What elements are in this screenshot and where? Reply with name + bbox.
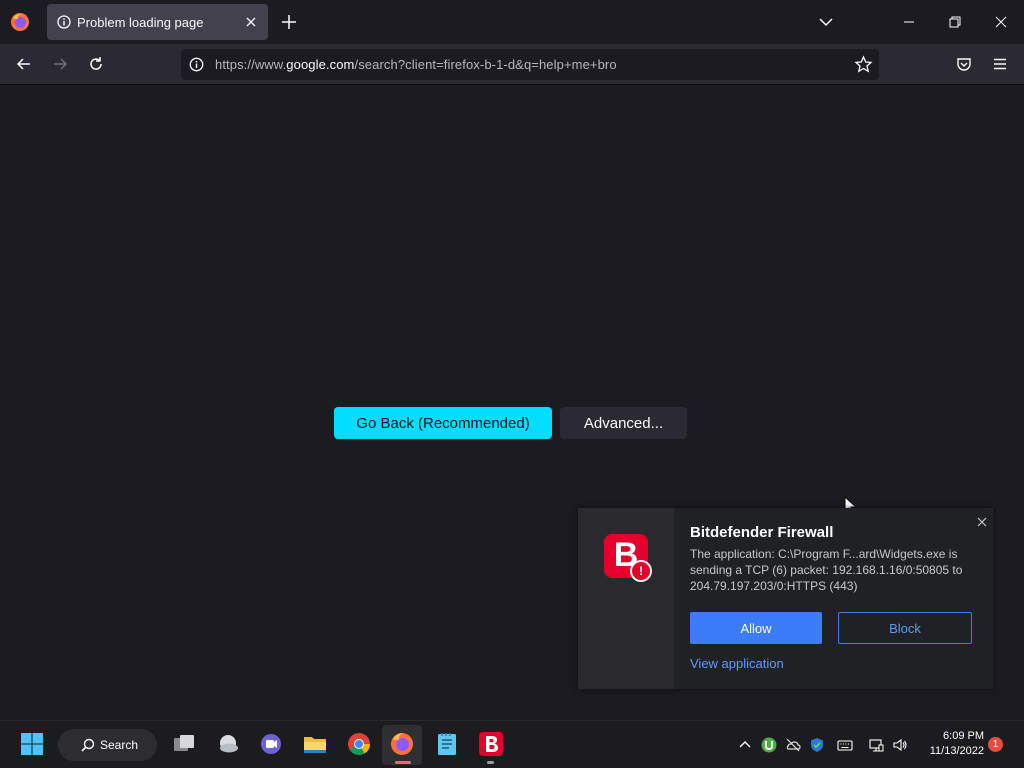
allow-button[interactable]: Allow bbox=[690, 612, 822, 644]
notepad-icon[interactable] bbox=[434, 731, 460, 757]
restore-icon[interactable] bbox=[946, 13, 964, 31]
tab-problem-loading[interactable]: Problem loading page bbox=[47, 4, 268, 40]
volume-icon[interactable] bbox=[892, 737, 908, 753]
url-path: /search?client=firefox-b-1-d&q=help+me+b… bbox=[354, 57, 617, 72]
advanced-button[interactable]: Advanced... bbox=[560, 407, 687, 439]
file-explorer-icon[interactable] bbox=[302, 731, 328, 757]
view-application-link[interactable]: View application bbox=[690, 656, 784, 671]
taskbar-search[interactable]: Search bbox=[58, 729, 157, 761]
notification-badge[interactable]: 1 bbox=[988, 737, 1003, 752]
search-icon bbox=[81, 738, 95, 752]
alert-badge-icon: ! bbox=[630, 560, 652, 582]
tab-title: Problem loading page bbox=[77, 15, 204, 30]
firefox-active-indicator bbox=[395, 761, 411, 764]
task-view-icon[interactable] bbox=[171, 731, 197, 757]
bitdefender-icon[interactable] bbox=[478, 731, 504, 757]
chrome-icon[interactable] bbox=[346, 731, 372, 757]
windows-start-icon[interactable] bbox=[19, 731, 45, 757]
firefox-icon[interactable] bbox=[389, 731, 415, 757]
tab-strip: Problem loading page bbox=[0, 0, 1024, 44]
url-text[interactable]: https://www.google.com/search?client=fir… bbox=[215, 57, 617, 72]
close-window-icon[interactable] bbox=[992, 13, 1010, 31]
utorrent-icon[interactable] bbox=[761, 737, 777, 753]
taskbar: Search 6:09 PM 11/13/2022 1 bbox=[0, 720, 1024, 768]
search-label: Search bbox=[100, 738, 139, 752]
clock-time: 6:09 PM bbox=[943, 730, 984, 742]
toast-message: The application: C:\Program F...ard\Widg… bbox=[690, 547, 963, 593]
close-toast-icon[interactable] bbox=[976, 516, 988, 528]
toast-icon-panel: B ! bbox=[578, 508, 674, 689]
reload-icon[interactable] bbox=[87, 55, 105, 73]
go-back-button[interactable]: Go Back (Recommended) bbox=[334, 407, 552, 439]
block-button[interactable]: Block bbox=[838, 612, 972, 644]
close-tab-icon[interactable] bbox=[243, 14, 259, 30]
system-clock[interactable]: 6:09 PM 11/13/2022 bbox=[916, 729, 984, 759]
bookmark-star-icon[interactable] bbox=[854, 55, 873, 74]
minimize-icon[interactable] bbox=[900, 13, 918, 31]
defender-shield-icon[interactable] bbox=[809, 737, 825, 753]
bitdefender-running-indicator bbox=[487, 761, 494, 764]
new-tab-icon[interactable] bbox=[280, 13, 298, 31]
bitdefender-firewall-toast: B ! Bitdefender Firewall The application… bbox=[578, 508, 993, 689]
forward-arrow-icon[interactable] bbox=[51, 55, 69, 73]
info-icon bbox=[57, 15, 71, 29]
onedrive-offline-icon[interactable] bbox=[785, 737, 801, 753]
navigation-toolbar: https://www.google.com/search?client=fir… bbox=[0, 44, 1024, 85]
back-arrow-icon[interactable] bbox=[15, 55, 33, 73]
chevron-down-icon[interactable] bbox=[817, 13, 835, 31]
weather-icon[interactable] bbox=[215, 731, 241, 757]
url-prefix: https://www. bbox=[215, 57, 287, 72]
teams-chat-icon[interactable] bbox=[258, 731, 284, 757]
site-info-icon[interactable] bbox=[189, 57, 204, 72]
url-bar[interactable]: https://www.google.com/search?client=fir… bbox=[181, 49, 879, 80]
toast-title: Bitdefender Firewall bbox=[690, 524, 834, 541]
keyboard-icon[interactable] bbox=[837, 737, 853, 753]
url-domain: google.com bbox=[286, 57, 355, 72]
clock-date: 11/13/2022 bbox=[929, 745, 984, 757]
chevron-up-icon[interactable] bbox=[737, 737, 753, 753]
network-icon[interactable] bbox=[868, 737, 884, 753]
hamburger-menu-icon[interactable] bbox=[991, 55, 1009, 73]
firefox-logo-icon[interactable] bbox=[10, 12, 30, 32]
pocket-icon[interactable] bbox=[955, 55, 973, 73]
